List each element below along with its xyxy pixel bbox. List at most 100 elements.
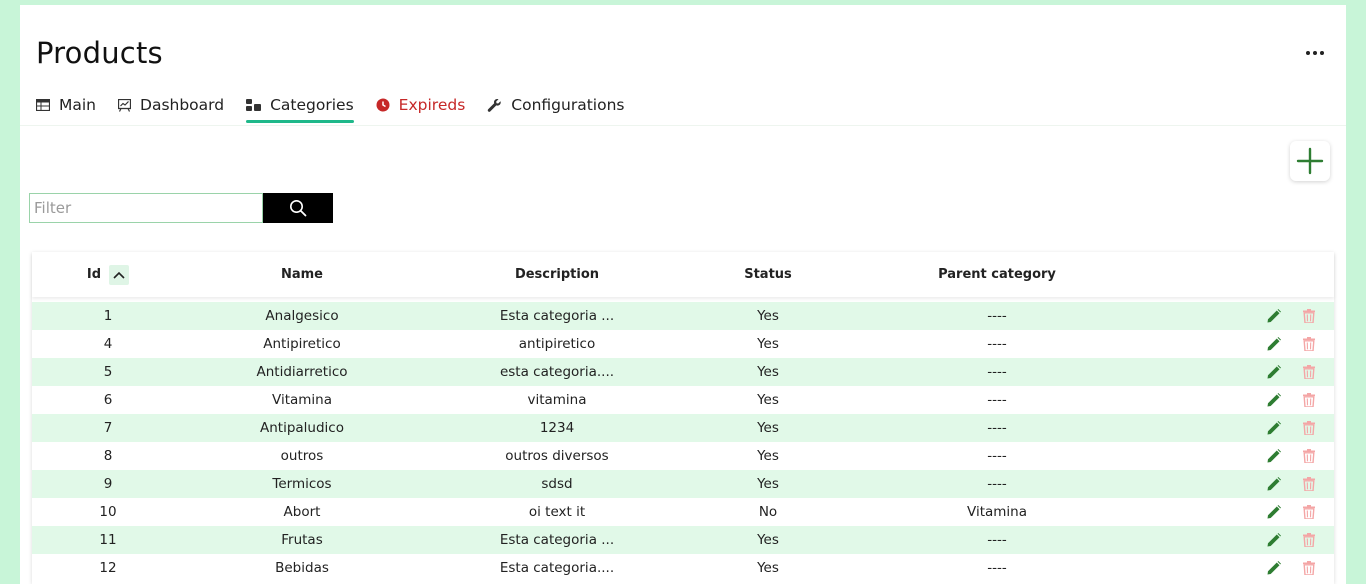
cell-status: Yes bbox=[757, 392, 779, 408]
cell-parent-category: ---- bbox=[987, 476, 1007, 492]
column-header-status[interactable]: Status bbox=[718, 252, 818, 297]
cell-status: Yes bbox=[757, 420, 779, 436]
column-header-description[interactable]: Description bbox=[452, 252, 662, 297]
cell-id: 1 bbox=[103, 308, 113, 324]
cell-status: Yes bbox=[757, 364, 779, 380]
cell-status: Yes bbox=[757, 532, 779, 548]
edit-button[interactable] bbox=[1262, 386, 1286, 414]
cell-description: Esta categoria.... bbox=[499, 560, 615, 576]
pencil-icon bbox=[1267, 561, 1281, 575]
pencil-icon bbox=[1267, 477, 1281, 491]
delete-button[interactable] bbox=[1298, 386, 1320, 414]
cell-status: No bbox=[758, 504, 778, 520]
cell-description: vitamina bbox=[527, 392, 587, 408]
edit-button[interactable] bbox=[1262, 414, 1286, 442]
cell-id: 5 bbox=[103, 364, 113, 380]
cell-parent-category: ---- bbox=[987, 392, 1007, 408]
filter-input[interactable] bbox=[29, 193, 263, 223]
delete-button[interactable] bbox=[1298, 526, 1320, 554]
tab-categories[interactable]: Categories bbox=[246, 93, 354, 123]
more-horizontal-icon bbox=[1306, 51, 1324, 55]
delete-button[interactable] bbox=[1298, 554, 1320, 582]
add-category-button[interactable] bbox=[1290, 141, 1330, 181]
more-options-button[interactable] bbox=[1303, 41, 1327, 65]
pencil-icon bbox=[1267, 365, 1281, 379]
delete-button[interactable] bbox=[1298, 442, 1320, 470]
edit-button[interactable] bbox=[1262, 498, 1286, 526]
search-button[interactable] bbox=[263, 193, 333, 223]
pencil-icon bbox=[1267, 393, 1281, 407]
cell-id: 6 bbox=[103, 392, 113, 408]
cell-description: 1234 bbox=[539, 420, 575, 436]
table-row: 12 Bebidas Esta categoria.... Yes ---- bbox=[32, 554, 1334, 582]
tab-categories-label: Categories bbox=[270, 96, 354, 114]
tab-dashboard-label: Dashboard bbox=[140, 96, 225, 114]
tab-main-label: Main bbox=[59, 96, 97, 114]
edit-button[interactable] bbox=[1262, 330, 1286, 358]
delete-button[interactable] bbox=[1298, 414, 1320, 442]
cell-id: 9 bbox=[103, 476, 113, 492]
page: Products Main Dashboard Categories Expir… bbox=[20, 5, 1346, 584]
cell-name: Antipaludico bbox=[260, 420, 344, 436]
cell-id: 8 bbox=[103, 448, 113, 464]
tab-dashboard[interactable]: Dashboard bbox=[118, 93, 224, 123]
cell-id: 11 bbox=[99, 532, 117, 548]
header: Products Main Dashboard Categories Expir… bbox=[20, 5, 1346, 125]
tab-configurations[interactable]: Configurations bbox=[487, 93, 624, 123]
cell-description: oi text it bbox=[528, 504, 586, 520]
table-row: 10 Abort oi text it No Vitamina bbox=[32, 498, 1334, 526]
delete-button[interactable] bbox=[1298, 498, 1320, 526]
trash-icon bbox=[1303, 505, 1315, 519]
edit-button[interactable] bbox=[1262, 442, 1286, 470]
delete-button[interactable] bbox=[1298, 470, 1320, 498]
categories-icon bbox=[246, 99, 262, 111]
edit-button[interactable] bbox=[1262, 554, 1286, 582]
edit-button[interactable] bbox=[1262, 302, 1286, 330]
plus-icon bbox=[1296, 147, 1324, 175]
pencil-icon bbox=[1267, 505, 1281, 519]
sort-ascending-button[interactable] bbox=[109, 264, 130, 285]
cell-parent-category: ---- bbox=[987, 308, 1007, 324]
cell-description: sdsd bbox=[541, 476, 573, 492]
table-row: 1 Analgesico Esta categoria ... Yes ---- bbox=[32, 302, 1334, 330]
trash-icon bbox=[1303, 421, 1315, 435]
pencil-icon bbox=[1267, 337, 1281, 351]
tab-main[interactable]: Main bbox=[36, 93, 96, 123]
cell-parent-category: ---- bbox=[987, 336, 1007, 352]
chevron-up-icon bbox=[113, 271, 125, 279]
tab-bar: Main Dashboard Categories Expireds Confi… bbox=[36, 93, 646, 125]
tab-configurations-label: Configurations bbox=[511, 96, 625, 114]
tab-expireds-label: Expireds bbox=[398, 96, 466, 114]
cell-status: Yes bbox=[757, 560, 779, 576]
edit-button[interactable] bbox=[1262, 470, 1286, 498]
cell-status: Yes bbox=[757, 448, 779, 464]
cell-description: outros diversos bbox=[505, 448, 609, 464]
cell-parent-category: ---- bbox=[987, 364, 1007, 380]
trash-icon bbox=[1303, 309, 1315, 323]
column-header-parent-category[interactable]: Parent category bbox=[892, 252, 1102, 297]
cell-name: Analgesico bbox=[265, 308, 339, 324]
table-row: 5 Antidiarretico esta categoria.... Yes ---- bbox=[32, 358, 1334, 386]
delete-button[interactable] bbox=[1298, 330, 1320, 358]
delete-button[interactable] bbox=[1298, 302, 1320, 330]
pencil-icon bbox=[1267, 533, 1281, 547]
cell-status: Yes bbox=[757, 476, 779, 492]
tab-expireds[interactable]: Expireds bbox=[376, 93, 466, 123]
cell-id: 4 bbox=[103, 336, 113, 352]
table-row: 8 outros outros diversos Yes ---- bbox=[32, 442, 1334, 470]
column-header-id[interactable]: Id bbox=[48, 252, 168, 297]
edit-button[interactable] bbox=[1262, 526, 1286, 554]
column-header-name[interactable]: Name bbox=[202, 252, 402, 297]
clock-icon bbox=[376, 98, 390, 112]
delete-button[interactable] bbox=[1298, 358, 1320, 386]
edit-button[interactable] bbox=[1262, 358, 1286, 386]
table-icon bbox=[36, 99, 50, 111]
cell-id: 10 bbox=[99, 504, 117, 520]
table-row: 9 Termicos sdsd Yes ---- bbox=[32, 470, 1334, 498]
cell-name: outros bbox=[280, 448, 324, 464]
cell-description: antipiretico bbox=[518, 336, 596, 352]
cell-parent-category: ---- bbox=[987, 560, 1007, 576]
cell-name: Antipiretico bbox=[263, 336, 341, 352]
trash-icon bbox=[1303, 561, 1315, 575]
wrench-icon bbox=[488, 98, 502, 112]
